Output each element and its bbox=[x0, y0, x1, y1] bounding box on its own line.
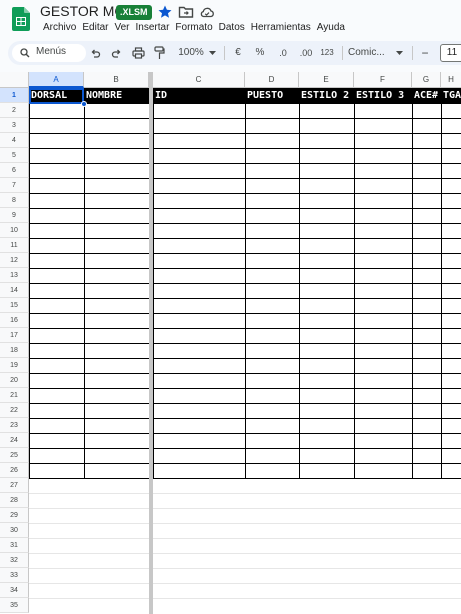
header-cell-tga[interactable]: TGA bbox=[441, 88, 461, 104]
menu-bar: Archivo Editar Ver Insertar Formato Dato… bbox=[40, 22, 348, 36]
menu-ver[interactable]: Ver bbox=[111, 22, 132, 36]
undo-icon[interactable] bbox=[90, 48, 101, 59]
zoom-select[interactable]: 100% bbox=[176, 41, 206, 65]
sheets-logo-icon[interactable] bbox=[12, 7, 30, 31]
header-cell-id[interactable]: ID bbox=[153, 88, 245, 104]
print-icon[interactable] bbox=[132, 47, 145, 59]
menu-herramientas[interactable]: Herramientas bbox=[248, 22, 314, 36]
header-cell-nombre[interactable]: NOMBRE bbox=[84, 88, 149, 104]
menu-formato[interactable]: Formato bbox=[172, 22, 215, 36]
menu-datos[interactable]: Datos bbox=[216, 22, 248, 36]
number-format-button[interactable]: 123 bbox=[319, 41, 335, 65]
currency-format-button[interactable]: € bbox=[232, 41, 244, 65]
percent-format-button[interactable]: % bbox=[254, 41, 266, 65]
increase-decimals-button[interactable]: .00 bbox=[297, 41, 315, 65]
title-bar: GESTOR MG .XLSM Archivo Editar Ver Inser… bbox=[0, 0, 461, 38]
spreadsheet-grid[interactable]: A B C D E F G H 1 2 3 4 5 6 7 8 9 10 11 12 13 14 15 16 1… bbox=[0, 72, 461, 614]
menu-search-label: Menús bbox=[36, 46, 67, 57]
toolbar-divider bbox=[224, 46, 225, 60]
font-family-select[interactable]: Comic... bbox=[348, 41, 392, 65]
chevron-down-icon bbox=[209, 51, 216, 55]
decrease-decimals-button[interactable]: .0 bbox=[276, 41, 290, 65]
selected-cell-outline bbox=[29, 88, 84, 104]
menu-ayuda[interactable]: Ayuda bbox=[314, 22, 348, 36]
toolbar-divider bbox=[342, 46, 343, 60]
search-icon bbox=[20, 48, 30, 58]
header-row: DORSAL NOMBRE ID PUESTO ESTILO 2 ESTILO … bbox=[29, 88, 461, 104]
star-icon[interactable] bbox=[157, 4, 173, 20]
frozen-column-divider[interactable] bbox=[149, 72, 153, 614]
cloud-status-icon[interactable] bbox=[199, 4, 215, 20]
cell-borders bbox=[29, 88, 461, 599]
decrease-font-size-button[interactable]: − bbox=[418, 41, 432, 65]
font-size-input[interactable]: 11 bbox=[440, 44, 461, 62]
fill-handle[interactable] bbox=[81, 101, 87, 107]
toolbar: Menús 100% € % .0 .00 123 Comic... − 11 bbox=[8, 41, 461, 65]
move-folder-icon[interactable] bbox=[178, 4, 194, 20]
menu-insertar[interactable]: Insertar bbox=[133, 22, 173, 36]
chevron-down-icon bbox=[396, 51, 403, 55]
header-cell-estilo-2[interactable]: ESTILO 2 bbox=[299, 88, 354, 104]
document-title[interactable]: GESTOR MG bbox=[40, 3, 125, 19]
menu-editar[interactable]: Editar bbox=[79, 22, 111, 36]
file-type-badge: .XLSM bbox=[116, 5, 152, 20]
header-cell-puesto[interactable]: PUESTO bbox=[245, 88, 299, 104]
toolbar-divider bbox=[412, 46, 413, 60]
header-cell-estilo-3[interactable]: ESTILO 3 bbox=[354, 88, 412, 104]
header-cell-ace[interactable]: ACE# bbox=[412, 88, 441, 104]
redo-icon[interactable] bbox=[111, 48, 122, 59]
menu-search-box[interactable]: Menús bbox=[12, 44, 86, 62]
paint-format-icon[interactable] bbox=[154, 46, 165, 60]
menu-archivo[interactable]: Archivo bbox=[40, 22, 79, 36]
